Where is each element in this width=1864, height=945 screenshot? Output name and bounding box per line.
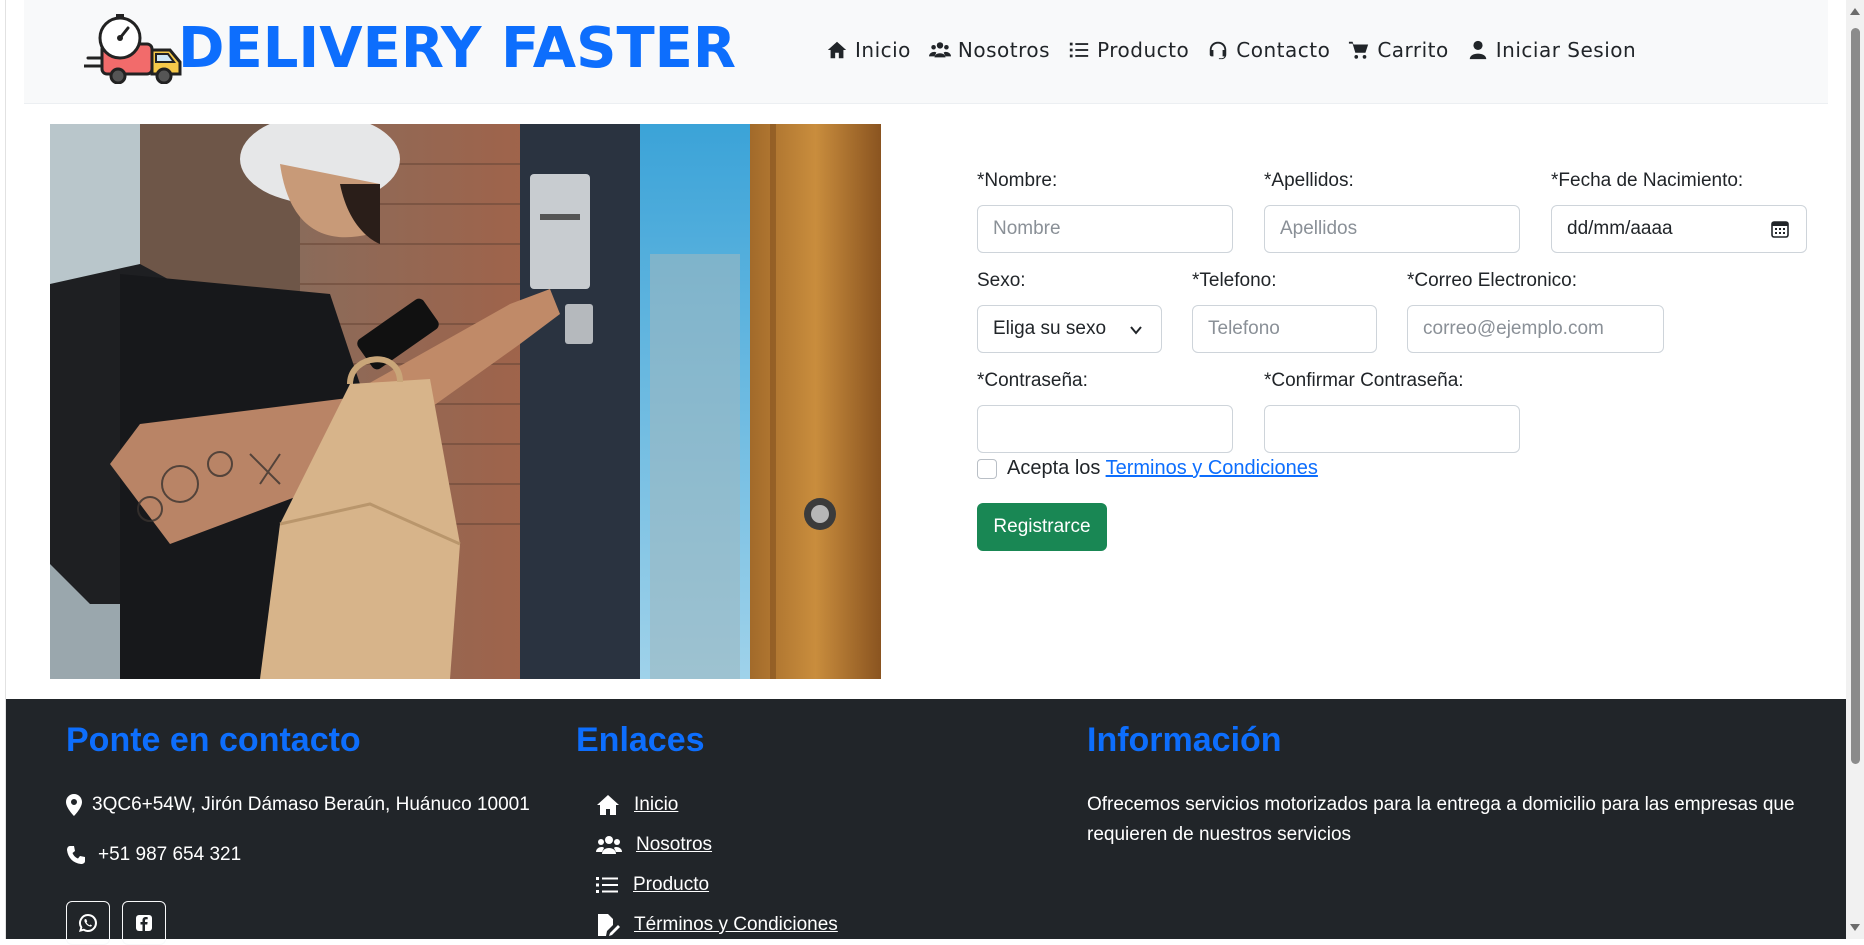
apellidos-placeholder: Apellidos: [1280, 218, 1358, 239]
info-title: Información: [1087, 721, 1282, 759]
fecha-nacimiento-label: *Fecha de Nacimiento:: [1551, 170, 1744, 191]
navbar: DELIVERY FASTER Inicio Nosotros Producto…: [24, 0, 1828, 104]
footer-link-label[interactable]: Inicio: [634, 794, 678, 816]
facebook-icon: [136, 915, 152, 931]
phone-text: +51 987 654 321: [98, 844, 242, 865]
correo-label: *Correo Electronico:: [1407, 270, 1578, 291]
phone-icon: [67, 846, 85, 864]
nav-menu: Inicio Nosotros Producto Contacto Carrit…: [826, 38, 1636, 62]
nav-item-label: Nosotros: [957, 38, 1051, 62]
delivery-truck-logo: [82, 14, 184, 85]
footer-link-inicio[interactable]: Inicio: [596, 794, 678, 816]
list-icon: [1069, 42, 1089, 58]
footer-link-label[interactable]: Nosotros: [636, 834, 712, 856]
whatsapp-icon: [79, 914, 97, 932]
nombre-placeholder: Nombre: [993, 218, 1061, 239]
nav-item-label: Iniciar Sesion: [1495, 38, 1637, 62]
footer-link-nosotros[interactable]: Nosotros: [596, 834, 712, 856]
terms-link[interactable]: Terminos y Condiciones: [1106, 457, 1318, 479]
list-icon: [596, 877, 618, 893]
scroll-down-arrow-icon[interactable]: [1850, 924, 1860, 931]
scroll-up-arrow-icon[interactable]: [1850, 8, 1860, 15]
terms-label: Acepta los Terminos y Condiciones: [1007, 457, 1318, 480]
apellidos-label: *Apellidos:: [1264, 170, 1354, 191]
phone-row: +51 987 654 321: [66, 844, 241, 866]
nav-item-iniciar-sesion[interactable]: Iniciar Sesion: [1467, 38, 1636, 62]
terms-checkbox[interactable]: [977, 459, 997, 479]
nav-item-contacto[interactable]: Contacto: [1207, 38, 1330, 62]
nav-item-carrito[interactable]: Carrito: [1348, 38, 1448, 62]
fecha-nacimiento-input[interactable]: dd/mm/aaaa: [1551, 205, 1807, 253]
nav-item-inicio[interactable]: Inicio: [826, 38, 911, 62]
brand[interactable]: DELIVERY FASTER: [82, 14, 737, 85]
page-scrollbar[interactable]: [1846, 0, 1864, 939]
terms-prefix: Acepta los: [1007, 457, 1101, 479]
nav-item-label: Carrito: [1377, 38, 1449, 62]
sexo-select[interactable]: Eliga su sexo: [977, 305, 1162, 353]
address-row: 3QC6+54W, Jirón Dámaso Beraún, Huánuco 1…: [66, 794, 530, 816]
contact-title: Ponte en contacto: [66, 721, 361, 759]
cart-icon: [1349, 41, 1369, 59]
fecha-placeholder: dd/mm/aaaa: [1567, 218, 1673, 239]
nav-item-nosotros[interactable]: Nosotros: [928, 38, 1051, 62]
info-text: Ofrecemos servicios motorizados para la …: [1087, 794, 1795, 845]
nombre-label: *Nombre:: [977, 170, 1058, 191]
hero-image: [50, 124, 881, 679]
confirmar-contrasena-label: *Confirmar Contraseña:: [1264, 370, 1464, 391]
links-title: Enlaces: [576, 721, 705, 759]
chevron-down-icon: [1130, 326, 1142, 335]
correo-placeholder: correo@ejemplo.com: [1423, 318, 1604, 339]
page: DELIVERY FASTER Inicio Nosotros Producto…: [5, 0, 1847, 945]
nav-item-label: Inicio: [855, 38, 911, 62]
footer-link-terminos[interactable]: Términos y Condiciones: [596, 914, 838, 936]
nombre-input[interactable]: Nombre: [977, 205, 1233, 253]
contrasena-label: *Contraseña:: [977, 370, 1088, 391]
telefono-input[interactable]: Telefono: [1192, 305, 1377, 353]
footer-link-label[interactable]: Producto: [633, 874, 709, 896]
nav-item-producto[interactable]: Producto: [1068, 38, 1189, 62]
whatsapp-button[interactable]: [66, 901, 110, 945]
footer-link-producto[interactable]: Producto: [596, 874, 709, 896]
map-pin-icon: [66, 794, 82, 816]
sexo-label: Sexo:: [977, 270, 1026, 291]
scrollbar-thumb[interactable]: [1851, 28, 1860, 764]
calendar-icon[interactable]: [1770, 219, 1790, 239]
headset-icon: [1210, 41, 1227, 60]
home-icon: [827, 41, 847, 59]
nav-item-label: Contacto: [1236, 38, 1331, 62]
address-text: 3QC6+54W, Jirón Dámaso Beraún, Huánuco 1…: [92, 794, 530, 815]
correo-input[interactable]: correo@ejemplo.com: [1407, 305, 1664, 353]
telefono-placeholder: Telefono: [1208, 318, 1280, 339]
home-icon: [597, 795, 619, 815]
telefono-label: *Telefono:: [1192, 270, 1277, 291]
confirmar-contrasena-input[interactable]: [1264, 405, 1520, 453]
users-icon: [596, 836, 622, 854]
contrasena-input[interactable]: [977, 405, 1233, 453]
nav-item-label: Producto: [1097, 38, 1190, 62]
user-icon: [1469, 40, 1487, 60]
footer: Ponte en contacto 3QC6+54W, Jirón Dámaso…: [6, 699, 1847, 945]
users-icon: [928, 42, 951, 58]
register-button[interactable]: Registrarce: [977, 503, 1107, 551]
brand-name: DELIVERY FASTER: [178, 16, 737, 81]
apellidos-input[interactable]: Apellidos: [1264, 205, 1520, 253]
footer-link-label[interactable]: Términos y Condiciones: [634, 914, 838, 936]
facebook-button[interactable]: [122, 901, 166, 945]
sexo-selected: Eliga su sexo: [993, 318, 1107, 339]
document-pen-icon: [598, 914, 620, 936]
